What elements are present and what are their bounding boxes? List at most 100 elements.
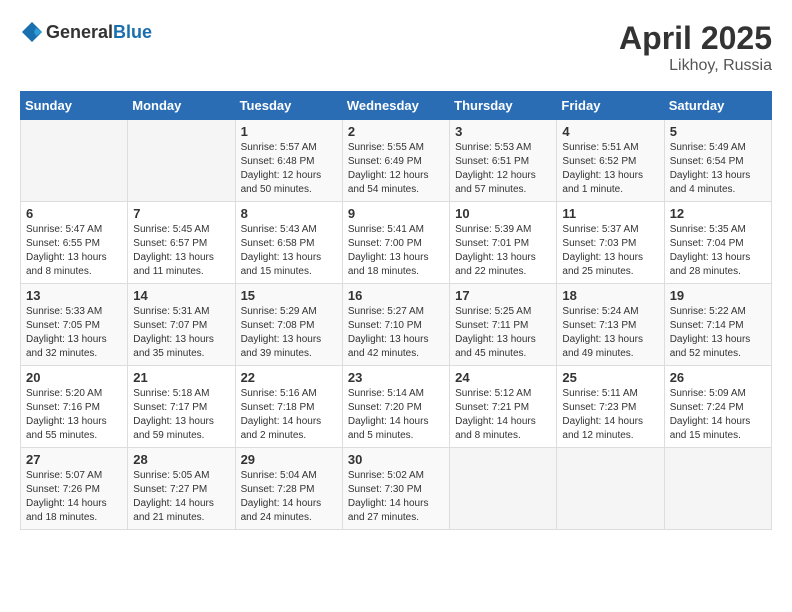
calendar-cell: 20Sunrise: 5:20 AM Sunset: 7:16 PM Dayli… — [21, 366, 128, 448]
day-info: Sunrise: 5:41 AM Sunset: 7:00 PM Dayligh… — [348, 223, 444, 279]
month-year-title: April 2025 — [619, 20, 772, 57]
day-info: Sunrise: 5:29 AM Sunset: 7:08 PM Dayligh… — [241, 305, 337, 361]
weekday-header-row: SundayMondayTuesdayWednesdayThursdayFrid… — [21, 92, 772, 120]
calendar-cell: 28 Sunrise: 5:05 AM Sunset: 7:27 PM Dayli… — [128, 448, 235, 530]
day-number: 20 — [26, 370, 122, 385]
calendar-cell: 9 Sunrise: 5:41 AM Sunset: 7:00 PM Daylig… — [342, 202, 449, 284]
calendar-cell — [21, 120, 128, 202]
day-number: 24 — [455, 370, 551, 385]
calendar-cell: 8 Sunrise: 5:43 AM Sunset: 6:58 PM Daylig… — [235, 202, 342, 284]
location-title: Likhoy, Russia — [619, 57, 772, 75]
day-number: 5 — [670, 124, 766, 139]
day-number: 18 — [562, 288, 658, 303]
day-number: 17 — [455, 288, 551, 303]
day-info: Sunrise: 5:05 AM Sunset: 7:27 PM Dayligh… — [133, 469, 229, 525]
calendar-cell: 18 Sunrise: 5:24 AM Sunset: 7:13 PM Dayli… — [557, 284, 664, 366]
day-number: 27 — [26, 452, 122, 467]
day-number: 13 — [26, 288, 122, 303]
calendar-week-row: 20Sunrise: 5:20 AM Sunset: 7:16 PM Dayli… — [21, 366, 772, 448]
calendar-cell: 5 Sunrise: 5:49 AM Sunset: 6:54 PM Daylig… — [664, 120, 771, 202]
day-number: 16 — [348, 288, 444, 303]
calendar-table: SundayMondayTuesdayWednesdayThursdayFrid… — [20, 91, 772, 530]
day-info: Sunrise: 5:16 AM Sunset: 7:18 PM Dayligh… — [241, 387, 337, 443]
calendar-cell: 27 Sunrise: 5:07 AM Sunset: 7:26 PM Dayli… — [21, 448, 128, 530]
calendar-week-row: 1 Sunrise: 5:57 AM Sunset: 6:48 PM Daylig… — [21, 120, 772, 202]
day-info: Sunrise: 5:04 AM Sunset: 7:28 PM Dayligh… — [241, 469, 337, 525]
calendar-cell — [557, 448, 664, 530]
day-number: 28 — [133, 452, 229, 467]
day-info: Sunrise: 5:39 AM Sunset: 7:01 PM Dayligh… — [455, 223, 551, 279]
calendar-cell: 26Sunrise: 5:09 AM Sunset: 7:24 PM Dayli… — [664, 366, 771, 448]
day-number: 21 — [133, 370, 229, 385]
calendar-cell: 16 Sunrise: 5:27 AM Sunset: 7:10 PM Dayli… — [342, 284, 449, 366]
calendar-cell: 3Sunrise: 5:53 AM Sunset: 6:51 PM Daylig… — [450, 120, 557, 202]
calendar-week-row: 6 Sunrise: 5:47 AM Sunset: 6:55 PM Daylig… — [21, 202, 772, 284]
calendar-cell: 30Sunrise: 5:02 AM Sunset: 7:30 PM Dayli… — [342, 448, 449, 530]
weekday-header-thursday: Thursday — [450, 92, 557, 120]
calendar-cell: 19 Sunrise: 5:22 AM Sunset: 7:14 PM Dayli… — [664, 284, 771, 366]
day-info: Sunrise: 5:31 AM Sunset: 7:07 PM Dayligh… — [133, 305, 229, 361]
calendar-cell: 12 Sunrise: 5:35 AM Sunset: 7:04 PM Dayli… — [664, 202, 771, 284]
calendar-cell — [450, 448, 557, 530]
day-number: 23 — [348, 370, 444, 385]
title-block: April 2025 Likhoy, Russia — [619, 20, 772, 75]
weekday-header-tuesday: Tuesday — [235, 92, 342, 120]
day-info: Sunrise: 5:27 AM Sunset: 7:10 PM Dayligh… — [348, 305, 444, 361]
day-info: Sunrise: 5:12 AM Sunset: 7:21 PM Dayligh… — [455, 387, 551, 443]
page-header: GeneralBlue April 2025 Likhoy, Russia — [20, 20, 772, 75]
calendar-cell: 17Sunrise: 5:25 AM Sunset: 7:11 PM Dayli… — [450, 284, 557, 366]
calendar-cell: 29 Sunrise: 5:04 AM Sunset: 7:28 PM Dayli… — [235, 448, 342, 530]
weekday-header-sunday: Sunday — [21, 92, 128, 120]
calendar-cell — [664, 448, 771, 530]
calendar-week-row: 13 Sunrise: 5:33 AM Sunset: 7:05 PM Dayli… — [21, 284, 772, 366]
logo: GeneralBlue — [20, 20, 152, 44]
day-info: Sunrise: 5:22 AM Sunset: 7:14 PM Dayligh… — [670, 305, 766, 361]
day-info: Sunrise: 5:49 AM Sunset: 6:54 PM Dayligh… — [670, 141, 766, 197]
calendar-cell: 11Sunrise: 5:37 AM Sunset: 7:03 PM Dayli… — [557, 202, 664, 284]
calendar-cell: 2Sunrise: 5:55 AM Sunset: 6:49 PM Daylig… — [342, 120, 449, 202]
calendar-cell: 14 Sunrise: 5:31 AM Sunset: 7:07 PM Dayli… — [128, 284, 235, 366]
logo-text-general: General — [46, 22, 113, 43]
day-number: 19 — [670, 288, 766, 303]
day-number: 6 — [26, 206, 122, 221]
calendar-cell: 23 Sunrise: 5:14 AM Sunset: 7:20 PM Dayli… — [342, 366, 449, 448]
day-info: Sunrise: 5:33 AM Sunset: 7:05 PM Dayligh… — [26, 305, 122, 361]
day-number: 30 — [348, 452, 444, 467]
day-info: Sunrise: 5:14 AM Sunset: 7:20 PM Dayligh… — [348, 387, 444, 443]
day-number: 15 — [241, 288, 337, 303]
calendar-cell: 13 Sunrise: 5:33 AM Sunset: 7:05 PM Dayli… — [21, 284, 128, 366]
day-number: 29 — [241, 452, 337, 467]
calendar-cell: 6 Sunrise: 5:47 AM Sunset: 6:55 PM Daylig… — [21, 202, 128, 284]
day-number: 7 — [133, 206, 229, 221]
calendar-cell: 25Sunrise: 5:11 AM Sunset: 7:23 PM Dayli… — [557, 366, 664, 448]
day-number: 14 — [133, 288, 229, 303]
day-number: 8 — [241, 206, 337, 221]
calendar-cell: 15 Sunrise: 5:29 AM Sunset: 7:08 PM Dayli… — [235, 284, 342, 366]
calendar-cell: 10 Sunrise: 5:39 AM Sunset: 7:01 PM Dayli… — [450, 202, 557, 284]
weekday-header-monday: Monday — [128, 92, 235, 120]
day-info: Sunrise: 5:57 AM Sunset: 6:48 PM Dayligh… — [241, 141, 337, 197]
day-info: Sunrise: 5:51 AM Sunset: 6:52 PM Dayligh… — [562, 141, 658, 197]
calendar-cell: 22Sunrise: 5:16 AM Sunset: 7:18 PM Dayli… — [235, 366, 342, 448]
day-info: Sunrise: 5:07 AM Sunset: 7:26 PM Dayligh… — [26, 469, 122, 525]
calendar-cell: 24 Sunrise: 5:12 AM Sunset: 7:21 PM Dayli… — [450, 366, 557, 448]
weekday-header-friday: Friday — [557, 92, 664, 120]
calendar-cell: 1 Sunrise: 5:57 AM Sunset: 6:48 PM Daylig… — [235, 120, 342, 202]
day-info: Sunrise: 5:47 AM Sunset: 6:55 PM Dayligh… — [26, 223, 122, 279]
calendar-cell: 7Sunrise: 5:45 AM Sunset: 6:57 PM Daylig… — [128, 202, 235, 284]
calendar-cell: 21Sunrise: 5:18 AM Sunset: 7:17 PM Dayli… — [128, 366, 235, 448]
weekday-header-saturday: Saturday — [664, 92, 771, 120]
day-number: 9 — [348, 206, 444, 221]
day-number: 10 — [455, 206, 551, 221]
weekday-header-wednesday: Wednesday — [342, 92, 449, 120]
logo-icon — [20, 20, 44, 44]
day-info: Sunrise: 5:43 AM Sunset: 6:58 PM Dayligh… — [241, 223, 337, 279]
calendar-week-row: 27 Sunrise: 5:07 AM Sunset: 7:26 PM Dayli… — [21, 448, 772, 530]
day-info: Sunrise: 5:35 AM Sunset: 7:04 PM Dayligh… — [670, 223, 766, 279]
day-info: Sunrise: 5:09 AM Sunset: 7:24 PM Dayligh… — [670, 387, 766, 443]
day-info: Sunrise: 5:24 AM Sunset: 7:13 PM Dayligh… — [562, 305, 658, 361]
day-number: 1 — [241, 124, 337, 139]
day-number: 11 — [562, 206, 658, 221]
day-number: 12 — [670, 206, 766, 221]
day-info: Sunrise: 5:55 AM Sunset: 6:49 PM Dayligh… — [348, 141, 444, 197]
